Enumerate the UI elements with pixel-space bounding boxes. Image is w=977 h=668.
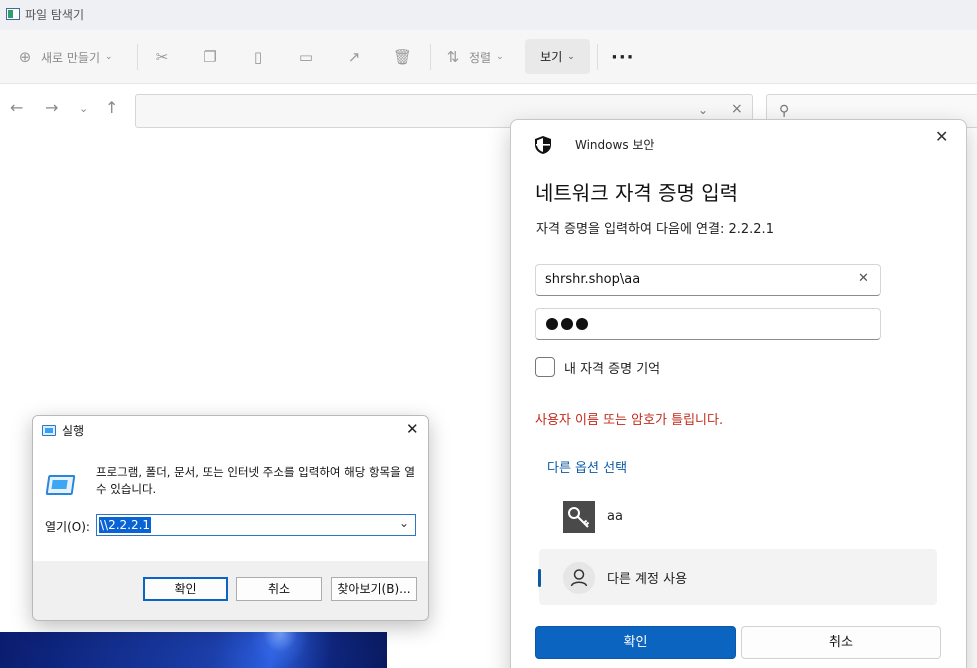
- windows-security-dialog: Windows 보안 ✕ 네트워크 자격 증명 입력 자격 증명을 입력하여 다…: [510, 119, 967, 668]
- clipboard-icon: ▯: [253, 48, 263, 66]
- copy-button[interactable]: ❐: [201, 40, 219, 74]
- toolbar-divider: [597, 44, 598, 70]
- clear-icon[interactable]: ✕: [858, 271, 869, 286]
- desktop-wallpaper: [0, 632, 387, 668]
- run-title-bar: 실행 ✕: [33, 416, 428, 446]
- rename-button[interactable]: ▭: [297, 40, 315, 74]
- sort-button-label: 정렬: [469, 50, 492, 65]
- security-ok-button[interactable]: 확인: [535, 626, 736, 659]
- sort-icon: ⇅: [446, 48, 460, 66]
- trash-icon: 🗑: [393, 48, 413, 66]
- password-dot: [561, 318, 573, 330]
- run-cancel-button[interactable]: 취소: [236, 577, 322, 601]
- password-dot: [546, 318, 558, 330]
- password-dot: [576, 318, 588, 330]
- shield-icon: [535, 136, 551, 154]
- run-app-icon: [42, 425, 56, 436]
- toolbar-divider: [430, 44, 431, 70]
- paste-button[interactable]: ▯: [249, 40, 267, 74]
- forward-arrow-icon[interactable]: →: [45, 98, 58, 117]
- account-option-aa[interactable]: aa: [539, 490, 937, 546]
- toolbar-divider: [137, 44, 138, 70]
- close-icon[interactable]: ✕: [406, 420, 419, 438]
- password-mask: [546, 318, 588, 330]
- chevron-down-icon: ⌄: [496, 52, 504, 62]
- open-combobox[interactable]: \\2.2.2.1 ⌄: [96, 514, 416, 536]
- explorer-title: 파일 탐색기: [25, 8, 85, 22]
- search-icon: ⚲: [779, 103, 790, 119]
- rename-icon: ▭: [298, 48, 314, 66]
- run-body: 프로그램, 폴더, 문서, 또는 인터넷 주소를 입력하여 해당 항목을 열 수…: [33, 446, 428, 561]
- security-subtitle: 자격 증명을 입력하여 다음에 연결: 2.2.2.1: [536, 222, 774, 237]
- security-cancel-button[interactable]: 취소: [741, 626, 941, 659]
- address-dropdown-icon[interactable]: ⌄: [698, 103, 708, 117]
- copy-icon: ❐: [203, 48, 217, 66]
- selection-indicator: [538, 569, 541, 587]
- run-large-icon: [45, 475, 76, 495]
- person-icon: [563, 562, 595, 594]
- view-button-label: 보기: [540, 50, 563, 64]
- delete-button[interactable]: 🗑: [393, 40, 413, 74]
- share-button[interactable]: ↗: [345, 40, 363, 74]
- open-input-value[interactable]: \\2.2.2.1: [99, 517, 152, 533]
- chevron-down-icon: ⌄: [567, 51, 575, 62]
- recent-chevron-icon[interactable]: ⌄: [79, 102, 88, 115]
- more-options-button[interactable]: ···: [611, 40, 635, 74]
- cut-button[interactable]: ✂: [153, 40, 171, 74]
- run-dialog: 실행 ✕ 프로그램, 폴더, 문서, 또는 인터넷 주소를 입력하여 해당 항목…: [32, 415, 429, 621]
- username-field[interactable]: shrshr.shop\aa ✕: [535, 264, 881, 296]
- run-message: 프로그램, 폴더, 문서, 또는 인터넷 주소를 입력하여 해당 항목을 열 수…: [96, 465, 415, 496]
- remember-checkbox[interactable]: [535, 357, 555, 377]
- open-label: 열기(O):: [45, 520, 90, 534]
- run-title: 실행: [62, 424, 85, 438]
- explorer-toolbar: ⊕ 새로 만들기 ⌄ ✂ ❐ ▯ ▭ ↗ 🗑 ⇅ 정렬 ⌄ 보기 ⌄ ···: [0, 30, 977, 84]
- address-clear-icon[interactable]: ×: [731, 101, 743, 117]
- security-app-name: Windows 보안: [575, 138, 655, 152]
- explorer-app-icon: [6, 8, 20, 20]
- share-icon: ↗: [347, 48, 361, 66]
- username-value: shrshr.shop\aa: [545, 272, 641, 287]
- plus-circle-icon: ⊕: [18, 48, 32, 66]
- key-icon: [563, 501, 595, 533]
- run-ok-button[interactable]: 확인: [143, 577, 228, 601]
- chevron-down-icon: ⌄: [105, 52, 113, 62]
- new-button[interactable]: ⊕ 새로 만들기 ⌄: [16, 40, 113, 74]
- up-arrow-icon[interactable]: ↑: [105, 98, 118, 117]
- sort-button[interactable]: ⇅ 정렬 ⌄: [444, 40, 504, 74]
- scissors-icon: ✂: [155, 48, 169, 66]
- account-option-other[interactable]: 다른 계정 사용: [538, 549, 937, 605]
- chevron-down-icon[interactable]: ⌄: [399, 516, 409, 530]
- security-title: 네트워크 자격 증명 입력: [535, 181, 739, 205]
- remember-label: 내 자격 증명 기억: [564, 362, 661, 377]
- run-browse-button[interactable]: 찾아보기(B)...: [331, 577, 417, 601]
- password-field[interactable]: [535, 308, 881, 340]
- account-name: aa: [607, 509, 623, 524]
- view-button[interactable]: 보기 ⌄: [525, 39, 590, 74]
- account-name: 다른 계정 사용: [607, 572, 688, 587]
- more-options-link[interactable]: 다른 옵션 선택: [547, 457, 627, 476]
- close-icon[interactable]: ✕: [935, 127, 948, 146]
- explorer-title-bar: 파일 탐색기: [0, 0, 977, 30]
- error-message: 사용자 이름 또는 암호가 틀립니다.: [535, 413, 724, 428]
- back-arrow-icon[interactable]: ←: [10, 98, 23, 117]
- new-button-label: 새로 만들기: [41, 50, 101, 65]
